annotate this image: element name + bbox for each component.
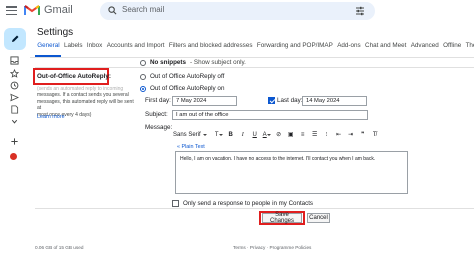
app-name: Gmail [44, 4, 73, 16]
message-label: Message: [145, 124, 173, 131]
autoreply-off-option[interactable]: Out of Office AutoReply off [140, 73, 224, 80]
first-day-input[interactable]: 7 May 2024 [172, 96, 237, 106]
page-title: Settings [37, 27, 74, 38]
label-dot-icon[interactable] [10, 153, 17, 160]
cancel-button[interactable]: Cancel [307, 213, 330, 223]
font-name: Sans Serif [173, 131, 201, 138]
compose-button[interactable] [4, 28, 26, 50]
footer-links[interactable]: Terms · Privacy · Programme Policies [233, 245, 311, 250]
last-day-label: Last day: [277, 97, 303, 104]
storage-usage: 0.06 GB of 15 GB used [35, 245, 84, 250]
only-contacts-label: Only send a response to people in my Con… [183, 200, 313, 207]
snippets-option[interactable]: No snippets - Show subject only. [140, 59, 246, 66]
tab-filters[interactable]: Filters and blocked addresses [167, 42, 255, 56]
autoreply-on-label: Out of Office AutoReply on [150, 85, 225, 92]
last-day-input[interactable]: 14 May 2024 [302, 96, 367, 106]
only-contacts-checkbox[interactable] [172, 200, 179, 207]
snippets-label: No snippets [150, 59, 187, 66]
tab-labels[interactable]: Labels [62, 42, 85, 56]
quote-icon[interactable]: ❞ [357, 131, 369, 138]
clock-icon[interactable] [10, 81, 19, 90]
italic-icon[interactable]: I [237, 132, 249, 138]
indent-less-icon[interactable]: ⇤ [333, 131, 345, 138]
formatting-toolbar: Sans Serif T B I U A ⊘ ▣ ≡ ☰ ⁝ ⇤ ⇥ ❞ T̸ [173, 129, 417, 140]
font-select[interactable]: Sans Serif [173, 132, 207, 138]
text-color-icon[interactable]: A [261, 132, 273, 138]
last-day-checkbox[interactable] [268, 97, 275, 104]
link-icon[interactable]: ⊘ [273, 131, 285, 138]
tab-themes[interactable]: Themes [463, 42, 474, 56]
desc-line-2: messages. If a contact sends you several [37, 92, 129, 99]
contacts-word: Contacts [288, 200, 314, 207]
send-icon[interactable] [10, 93, 19, 102]
tab-general[interactable]: General [35, 42, 62, 56]
tab-forwarding[interactable]: Forwarding and POP/IMAP [255, 42, 335, 56]
left-rail [0, 22, 30, 256]
gmail-logo-icon[interactable] [24, 4, 40, 16]
first-day-label: First day: [145, 97, 171, 104]
tab-offline[interactable]: Offline [441, 42, 463, 56]
star-icon[interactable] [10, 69, 19, 78]
tab-inbox[interactable]: Inbox [85, 42, 105, 56]
main-menu-icon[interactable] [6, 5, 17, 16]
search-input[interactable]: Search mail [122, 5, 164, 14]
autoreply-on-option[interactable]: Out of Office AutoReply on [140, 85, 224, 92]
tabs-divider [30, 57, 474, 58]
tab-add-ons[interactable]: Add-ons [335, 42, 363, 56]
snippets-desc: - Show subject only. [190, 59, 246, 66]
message-body-editor[interactable]: Hello, I am on vacation. I have no acces… [175, 151, 408, 194]
autoreply-off-radio[interactable] [140, 73, 146, 80]
autoreply-on-radio[interactable] [140, 85, 146, 92]
only-contacts-option[interactable]: Only send a response to people in my Con… [172, 200, 313, 207]
search-bar[interactable]: Search mail [100, 2, 375, 20]
tab-advanced[interactable]: Advanced [409, 42, 441, 56]
remove-formatting-icon[interactable]: T̸ [369, 132, 381, 138]
plain-text-link[interactable]: « Plain Text [177, 144, 205, 150]
top-bar: Gmail Search mail [0, 0, 474, 22]
pencil-icon [12, 35, 19, 42]
inbox-icon[interactable] [10, 56, 19, 65]
draft-icon[interactable] [10, 105, 19, 114]
settings-tabs: General Labels Inbox Accounts and Import… [35, 42, 474, 56]
image-icon[interactable]: ▣ [285, 131, 297, 138]
subject-label: Subject: [145, 111, 168, 118]
font-caret-icon [202, 133, 207, 136]
subject-input[interactable]: I am out of the office [172, 110, 368, 120]
learn-more-link[interactable]: Learn more [37, 114, 65, 120]
autoreply-section-label: Out-of-Office AutoReply: [37, 73, 111, 80]
autoreply-off-label: Out of Office AutoReply off [150, 73, 225, 80]
expand-icon[interactable] [10, 117, 19, 126]
align-icon[interactable]: ≡ [297, 132, 309, 138]
tab-accounts[interactable]: Accounts and Import [105, 42, 167, 56]
font-size-icon[interactable]: T [213, 132, 225, 138]
desc-line-3: messages, this automated reply will be s… [37, 98, 134, 112]
search-icon[interactable] [108, 6, 117, 15]
snippets-radio[interactable] [140, 59, 146, 66]
bold-icon[interactable]: B [225, 132, 237, 138]
bulleted-list-icon[interactable]: ⁝ [321, 131, 333, 138]
bottom-divider [35, 208, 474, 209]
underline-icon[interactable]: U [249, 132, 261, 138]
numbered-list-icon[interactable]: ☰ [309, 131, 321, 138]
indent-more-icon[interactable]: ⇥ [345, 131, 357, 138]
search-options-icon[interactable] [355, 6, 365, 16]
add-label-icon[interactable] [10, 137, 19, 146]
tab-chat-meet[interactable]: Chat and Meet [363, 42, 409, 56]
save-changes-button[interactable]: Save Changes [262, 212, 302, 224]
only-contacts-text: Only send a response to people in my [183, 200, 289, 207]
